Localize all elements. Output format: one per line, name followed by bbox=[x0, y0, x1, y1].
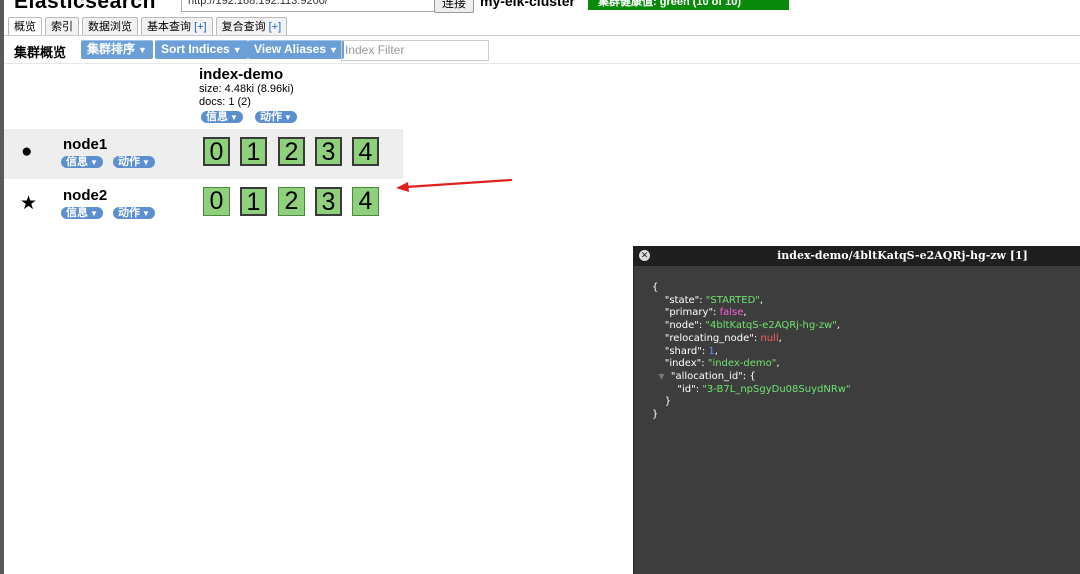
node1-info-button[interactable]: 信息 ▼ bbox=[61, 156, 103, 168]
close-icon[interactable]: ✕ bbox=[639, 250, 650, 261]
shard-box[interactable]: 2 bbox=[278, 187, 305, 216]
tab-divider bbox=[4, 35, 1080, 36]
node-name: node2 bbox=[63, 187, 108, 204]
popup-title: index-demo/4bltKatqS-e2AQRj-hg-zw [1] bbox=[634, 246, 1080, 266]
shard-box[interactable]: 0 bbox=[203, 187, 230, 216]
json-relocating-node-value: null bbox=[760, 332, 779, 344]
cluster-health-badge: 集群健康值: green (10 of 10) bbox=[588, 0, 789, 10]
master-node-circle-icon: ● bbox=[21, 141, 33, 162]
tab-compound-query[interactable]: 复合查询 [+] bbox=[215, 17, 288, 36]
shard-json-viewer: { "state": "STARTED", "primary": false, … bbox=[652, 282, 851, 421]
chevron-down-icon: ▼ bbox=[138, 45, 147, 55]
shard-box[interactable]: 3 bbox=[315, 137, 342, 166]
index-size: size: 4.48ki (8.96ki) bbox=[199, 83, 294, 95]
node2-action-button[interactable]: 动作 ▼ bbox=[113, 207, 155, 219]
index-name: index-demo bbox=[199, 66, 284, 83]
index-action-button[interactable]: 动作 ▼ bbox=[255, 111, 297, 123]
node1-action-button[interactable]: 动作 ▼ bbox=[113, 156, 155, 168]
node-row-node2: ★ node2 信息 ▼ 动作 ▼ 0 1 2 3 4 bbox=[4, 179, 403, 229]
tab-basic-query[interactable]: 基本查询 [+] bbox=[141, 17, 213, 36]
chevron-down-icon: ▼ bbox=[90, 209, 98, 218]
tab-browser[interactable]: 数据浏览 bbox=[82, 17, 138, 36]
chevron-down-icon: ▼ bbox=[142, 158, 150, 167]
node-name: node1 bbox=[63, 136, 108, 153]
view-aliases-button[interactable]: View Aliases ▼ bbox=[248, 40, 344, 59]
chevron-down-icon: ▼ bbox=[232, 45, 242, 55]
toolbar-divider bbox=[4, 63, 1080, 64]
index-filter-input[interactable]: Index Filter bbox=[341, 40, 489, 61]
tab-bar: 概览 索引 数据浏览 基本查询 [+] 复合查询 [+] bbox=[8, 17, 288, 36]
shard-box[interactable]: 1 bbox=[240, 187, 267, 216]
shard-box[interactable]: 2 bbox=[278, 137, 305, 166]
star-icon: ★ bbox=[20, 193, 38, 214]
json-node-value: 4bltKatqS-e2AQRj-hg-zw bbox=[710, 320, 833, 332]
json-shard-value: 1 bbox=[708, 345, 715, 357]
json-primary-value: false bbox=[719, 307, 744, 319]
tab-compound-query-plus[interactable]: [+] bbox=[269, 21, 282, 33]
node2-info-button[interactable]: 信息 ▼ bbox=[61, 207, 103, 219]
shard-detail-popup: index-demo/4bltKatqS-e2AQRj-hg-zw [1] ✕ … bbox=[633, 246, 1080, 574]
window-left-edge bbox=[0, 0, 4, 574]
chevron-down-icon: ▼ bbox=[329, 45, 338, 55]
app-title: Elasticsearch bbox=[14, 0, 156, 13]
shard-box[interactable]: 3 bbox=[315, 187, 342, 216]
url-input[interactable]: http://192.168.192.113:9200/ bbox=[181, 0, 443, 12]
chevron-down-icon: ▼ bbox=[284, 113, 292, 122]
collapse-triangle-icon[interactable]: ▼ bbox=[658, 372, 664, 381]
chevron-down-icon: ▼ bbox=[142, 209, 150, 218]
shard-box[interactable]: 4 bbox=[352, 187, 379, 216]
cluster-name: my-elk-cluster bbox=[480, 0, 575, 9]
tab-indices[interactable]: 索引 bbox=[45, 17, 79, 36]
index-info-button[interactable]: 信息 ▼ bbox=[201, 111, 243, 123]
connect-button[interactable]: 连接 bbox=[434, 0, 475, 13]
tab-overview[interactable]: 概览 bbox=[8, 17, 42, 36]
json-index-value: index-demo bbox=[712, 358, 772, 370]
overview-title: 集群概览 bbox=[14, 45, 67, 60]
shard-box[interactable]: 1 bbox=[240, 137, 267, 166]
index-docs: docs: 1 (2) bbox=[199, 96, 251, 108]
cluster-sort-button[interactable]: 集群排序 ▼ bbox=[81, 40, 153, 59]
json-allocation-id-value: 3-B7L_npSgyDu08SuydNRw bbox=[706, 383, 846, 395]
tab-basic-query-plus[interactable]: [+] bbox=[194, 21, 207, 33]
node-row-node1: ● node1 信息 ▼ 动作 ▼ 0 1 2 3 4 bbox=[4, 129, 403, 179]
shard-box[interactable]: 4 bbox=[352, 137, 379, 166]
json-state-value: STARTED bbox=[710, 294, 756, 306]
chevron-down-icon: ▼ bbox=[90, 158, 98, 167]
shard-box[interactable]: 0 bbox=[203, 137, 230, 166]
sort-indices-button[interactable]: Sort Indices ▼ bbox=[155, 40, 248, 59]
red-arrow-annotation bbox=[396, 178, 513, 192]
chevron-down-icon: ▼ bbox=[230, 113, 238, 122]
